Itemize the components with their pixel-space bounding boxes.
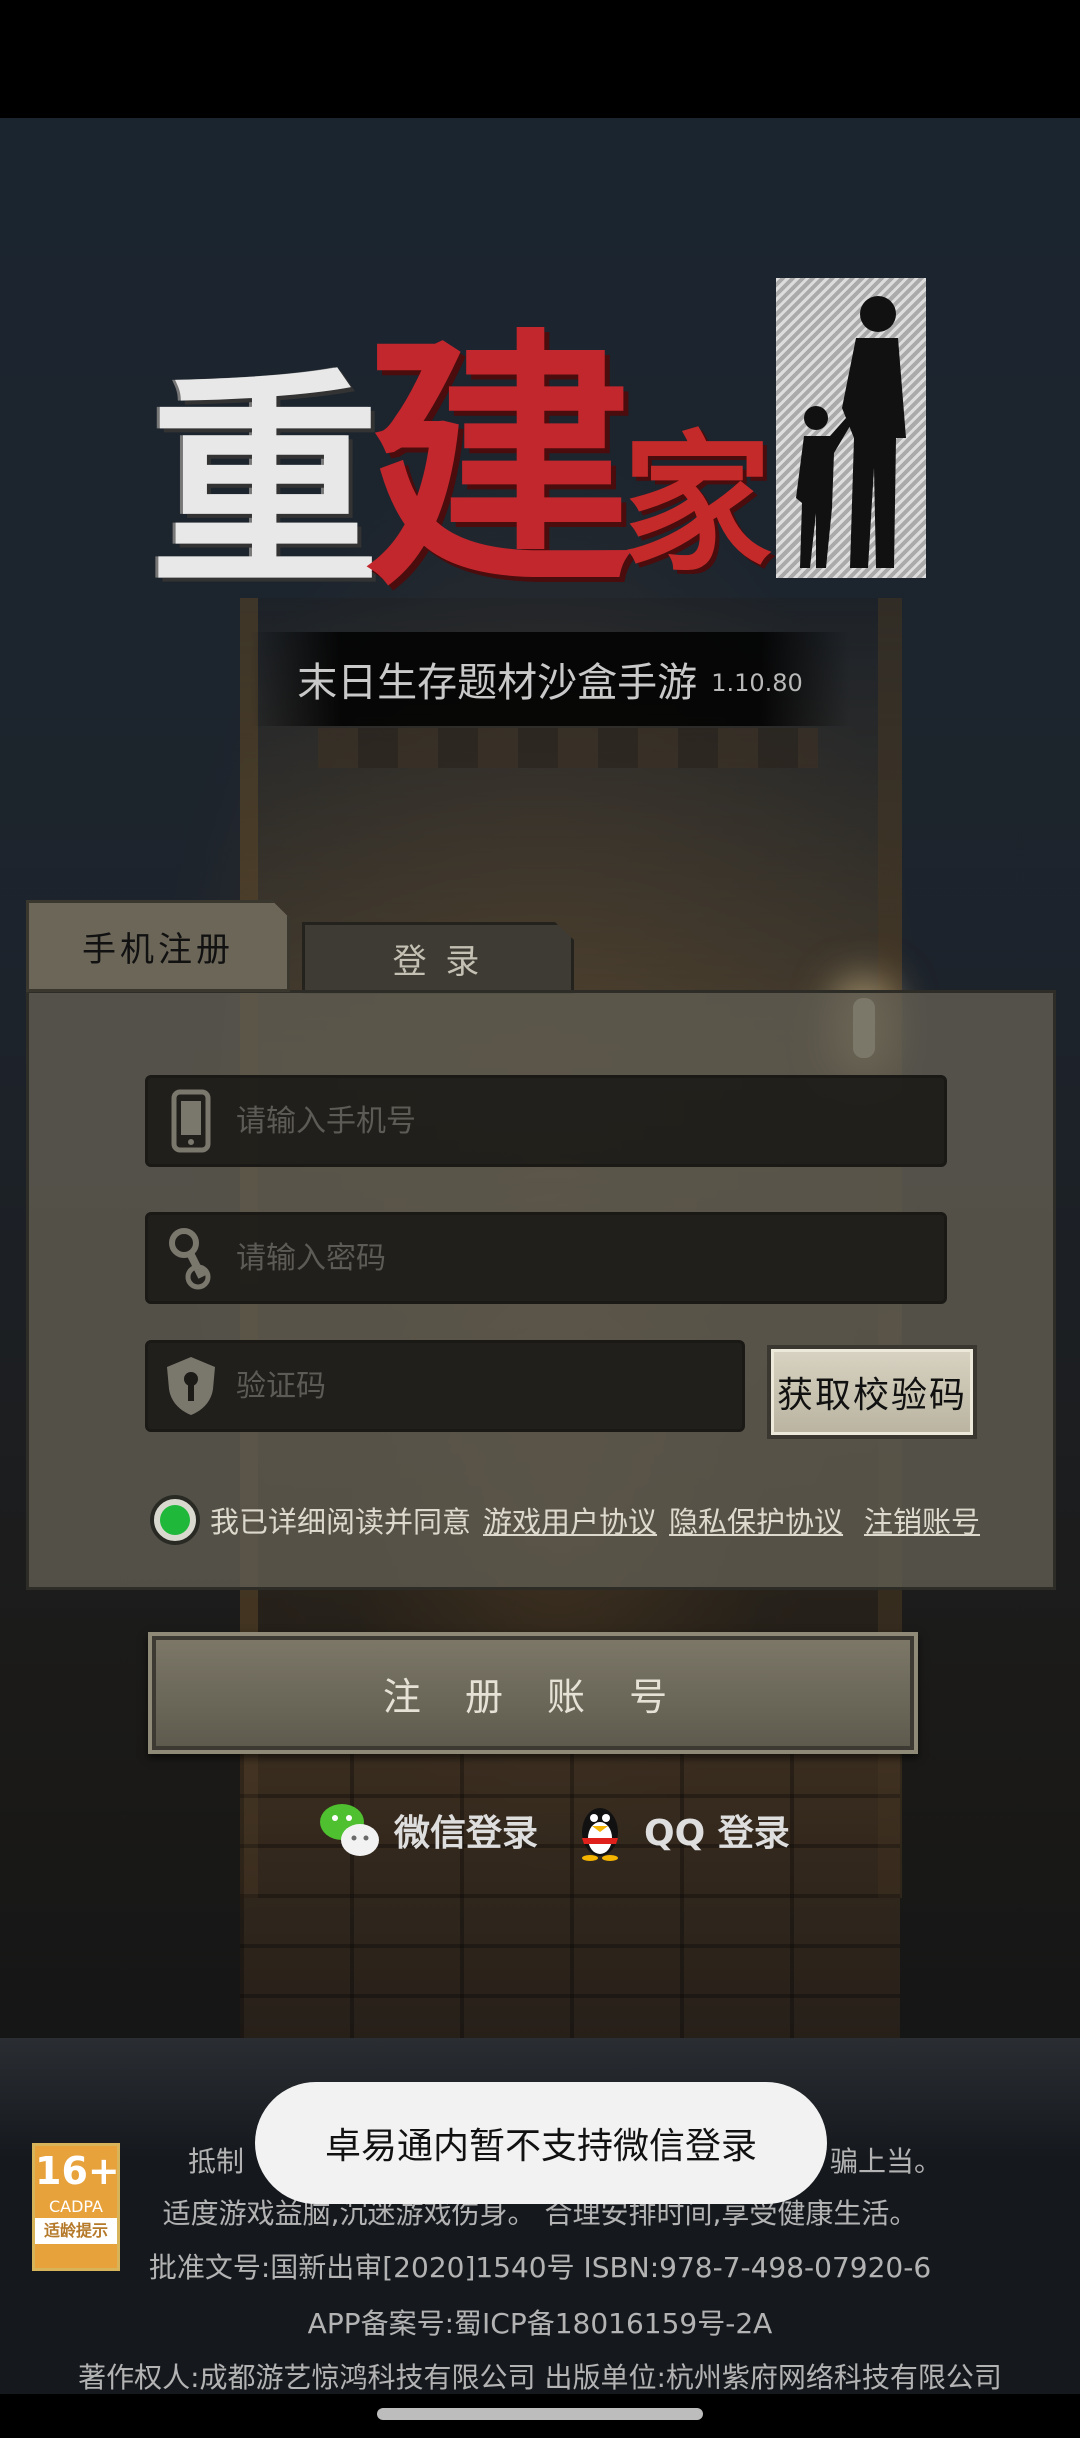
toast-message: 卓易通内暂不支持微信登录 [255,2082,827,2204]
footer-line-5: 著作权人:成都游艺惊鸿科技有限公司 出版单位:杭州紫府网络科技有限公司 [78,2361,1002,2394]
wechat-login-button[interactable]: 微信登录 [318,1790,538,1870]
status-bar [0,0,1080,118]
agreement-check-dot [160,1505,190,1535]
tab-phone-register[interactable]: 手机注册 [26,900,290,992]
logo-char-1: 重 [150,351,380,618]
phone-field[interactable] [145,1075,947,1167]
phone-input[interactable] [234,1080,944,1162]
footer-line-4: APP备案号:蜀ICP备18016159号-2A [307,2307,773,2340]
user-agreement-link[interactable]: 游戏用户协议 [483,1499,657,1541]
shield-key-icon [148,1343,234,1429]
age-rating-badge: 16+ CADPA 适龄提示 [32,2143,120,2271]
wechat-icon [318,1798,382,1862]
footer-line-1-left: 抵制 [188,2145,245,2178]
register-button[interactable]: 注 册 账 号 [148,1632,918,1754]
qq-login-label: QQ 登录 [644,1813,790,1854]
footer-line-1-right: 骗上当。 [830,2145,943,2178]
home-indicator[interactable] [377,2408,703,2420]
version-label: 1.10.80 [711,669,803,697]
password-field[interactable] [145,1212,947,1304]
phone-icon [148,1078,234,1164]
key-icon [148,1215,234,1301]
game-logo: 重 建 家园 [150,270,930,610]
footer-line-3: 批准文号:国新出审[2020]1540号 ISBN:978-7-498-0792… [148,2251,932,2284]
game-subtitle: 末日生存题材沙盒手游 [297,660,698,706]
wechat-login-label: 微信登录 [394,1813,539,1854]
agreement-checkbox[interactable] [150,1495,200,1545]
qq-penguin-icon [568,1798,632,1862]
logo-char-2: 建 [364,307,634,622]
subtitle-bar: 末日生存题材沙盒手游 1.10.80 [250,632,850,726]
age-rating-number: 16+ [35,2149,120,2193]
privacy-agreement-link[interactable]: 隐私保护协议 [669,1499,843,1541]
get-code-button[interactable]: 获取校验码 [767,1345,977,1439]
tab-login[interactable]: 登 录 [302,922,574,994]
code-field[interactable] [145,1340,745,1432]
code-input[interactable] [234,1345,742,1427]
agreement-row: 我已详细阅读并同意 游戏用户协议 隐私保护协议 注销账号 [150,1492,980,1548]
age-rating-org: CADPA [48,2197,103,2216]
qq-login-button[interactable]: QQ 登录 [568,1790,790,1870]
age-rating-tip: 适龄提示 [35,2218,117,2244]
cancel-account-link[interactable]: 注销账号 [864,1499,980,1541]
password-input[interactable] [234,1217,944,1299]
agreement-text: 我已详细阅读并同意 [210,1505,472,1539]
family-silhouette-icon [776,278,926,578]
